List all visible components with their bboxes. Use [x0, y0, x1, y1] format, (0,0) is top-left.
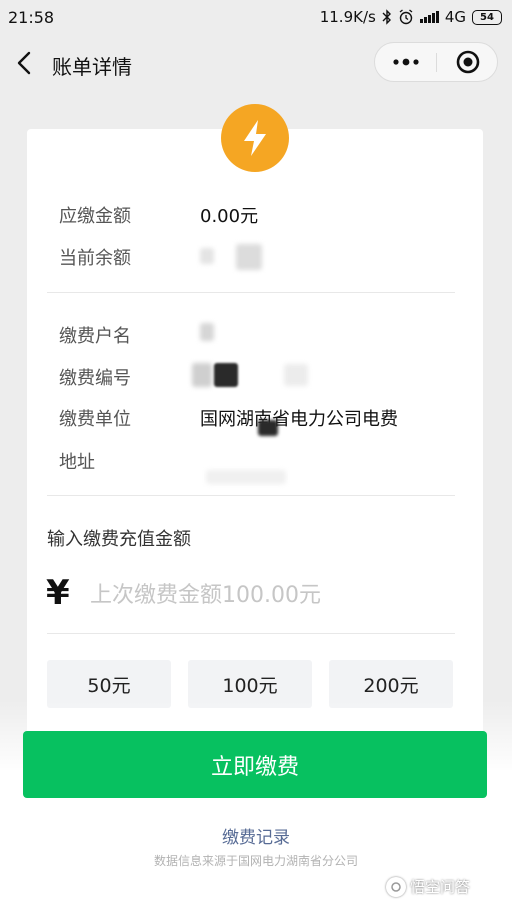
watermark-logo-icon [386, 876, 406, 897]
redacted-payer-id [192, 363, 212, 387]
recharge-title: 输入缴费充值金额 [47, 529, 191, 550]
back-arrow-icon[interactable] [14, 50, 38, 76]
payee-label: 缴费单位 [59, 409, 131, 430]
divider [47, 292, 455, 293]
watermark: 悟空问答 [386, 876, 470, 897]
address-label: 地址 [59, 452, 95, 473]
battery-icon: 54 [472, 9, 502, 25]
divider [47, 633, 455, 634]
network-type: 4G [444, 8, 466, 26]
bluetooth-icon [382, 9, 391, 25]
more-dots-icon[interactable] [375, 43, 437, 81]
amount-due-value: 0.00元 [200, 206, 259, 227]
lightning-icon [221, 104, 289, 172]
data-source-note: 数据信息来源于国网电力湖南省分公司 [153, 854, 358, 868]
signal-icon [419, 11, 439, 23]
mini-program-capsule [374, 42, 498, 82]
redacted-payer-id [284, 364, 308, 386]
payer-name-label: 缴费户名 [59, 326, 131, 347]
nav-bar: 账单详情 [0, 34, 512, 92]
currency-symbol: ¥ [46, 573, 70, 613]
amount-due-label: 应缴金额 [59, 206, 131, 227]
page-title: 账单详情 [52, 55, 132, 79]
alarm-icon [399, 9, 413, 25]
redacted-balance [236, 244, 262, 270]
redacted-payer-name [200, 323, 214, 341]
watermark-text: 悟空问答 [410, 878, 471, 896]
status-icons: 11.9K/s 4G 54 [320, 8, 502, 26]
payment-records-link[interactable]: 缴费记录 [0, 823, 512, 848]
redacted-address [206, 470, 286, 484]
amount-input[interactable] [90, 578, 450, 612]
status-bar: 21:58 11.9K/s 4G 54 [0, 0, 512, 34]
battery-level: 54 [480, 11, 494, 23]
redacted-payer-id [214, 363, 238, 387]
status-time: 21:58 [8, 7, 55, 27]
pay-now-button[interactable]: 立即缴费 [23, 731, 487, 798]
payer-id-label: 缴费编号 [59, 368, 131, 389]
payee-value: 国网湖南省电力公司电费 [200, 409, 398, 430]
target-close-icon[interactable] [437, 43, 499, 81]
redacted-balance [200, 248, 214, 264]
divider [47, 495, 455, 496]
redacted-payee [258, 420, 278, 436]
network-speed: 11.9K/s [319, 8, 376, 26]
balance-label: 当前余额 [59, 248, 131, 269]
